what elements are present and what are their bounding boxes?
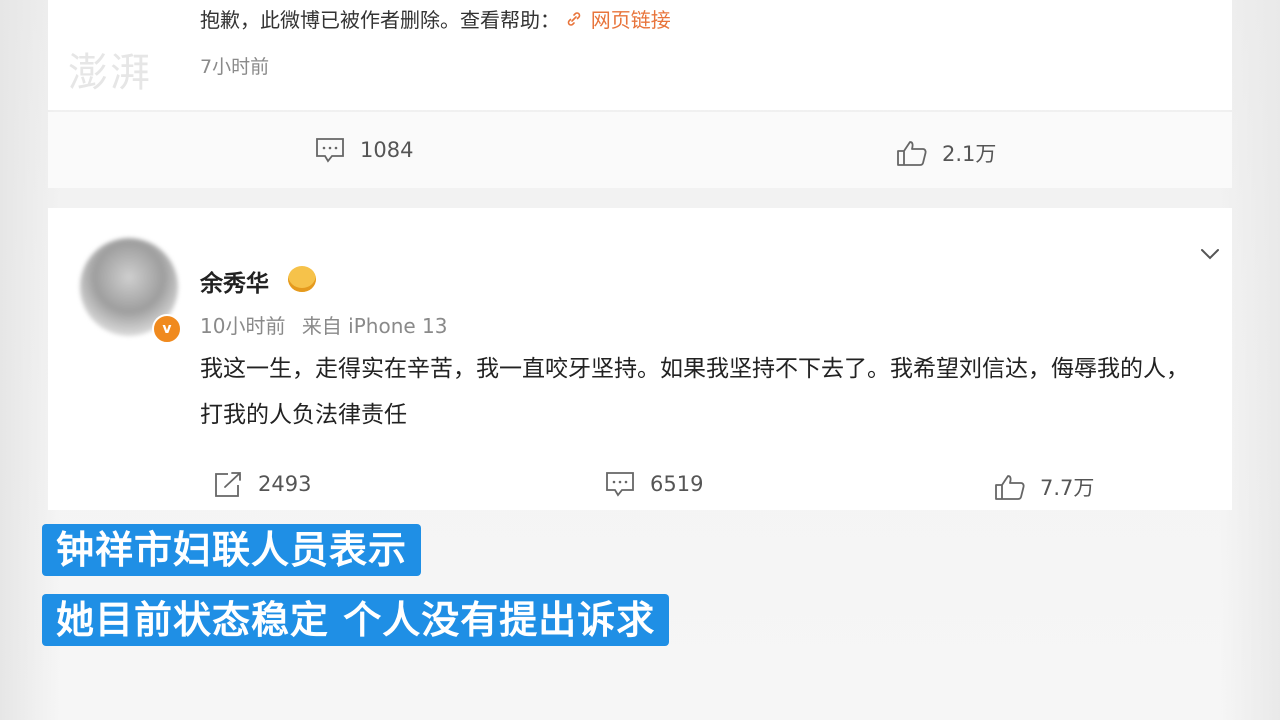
repost-icon [212, 470, 244, 498]
like-icon [994, 473, 1026, 501]
like-icon [896, 139, 928, 167]
post-time: 10小时前 [200, 314, 286, 338]
post-source: 来自 iPhone 13 [301, 314, 448, 338]
like-count: 2.1万 [942, 142, 997, 166]
comment-button[interactable]: 6519 [604, 470, 703, 498]
deleted-notice-text: 抱歉，此微博已被作者删除。查看帮助： [200, 8, 560, 32]
comment-button[interactable]: 1084 [314, 136, 413, 164]
like-button[interactable]: 2.1万 [896, 138, 996, 168]
like-button[interactable]: 7.7万 [994, 472, 1094, 502]
comment-count: 6519 [650, 472, 704, 496]
link-icon [566, 8, 584, 32]
comment-count: 1084 [360, 138, 414, 162]
like-count: 7.7万 [1040, 476, 1095, 500]
repost-count: 2493 [258, 472, 312, 496]
web-link[interactable]: 网页链接 [591, 8, 671, 32]
post-meta: 10小时前 来自 iPhone 13 [200, 310, 458, 339]
deleted-post-actions: 1084 2.1万 [48, 112, 1232, 188]
chevron-down-icon[interactable] [1198, 242, 1222, 266]
post-card: v 余秀华 10小时前 来自 iPhone 13 我这一生，走得实在辛苦，我一直… [48, 208, 1232, 510]
repost-button[interactable]: 2493 [212, 470, 311, 498]
crown-icon [288, 266, 316, 292]
comment-icon [604, 470, 636, 498]
verified-icon: v [152, 314, 182, 344]
caption-line-1: 钟祥市妇联人员表示 [42, 524, 422, 576]
deleted-notice: 抱歉，此微博已被作者删除。查看帮助： 网页链接 [200, 4, 671, 33]
username[interactable]: 余秀华 [200, 264, 269, 298]
caption-line-2: 她目前状态稳定 个人没有提出诉求 [42, 594, 670, 646]
post-time: 7小时前 [200, 56, 270, 78]
post-content: 我这一生，走得实在辛苦，我一直咬牙坚持。如果我坚持不下去了。我希望刘信达，侮辱我… [200, 356, 1189, 428]
watermark: 澎湃 [68, 50, 152, 96]
deleted-post-card: 澎湃 抱歉，此微博已被作者删除。查看帮助： 网页链接 7小时前 [48, 0, 1232, 110]
comment-icon [314, 136, 346, 164]
